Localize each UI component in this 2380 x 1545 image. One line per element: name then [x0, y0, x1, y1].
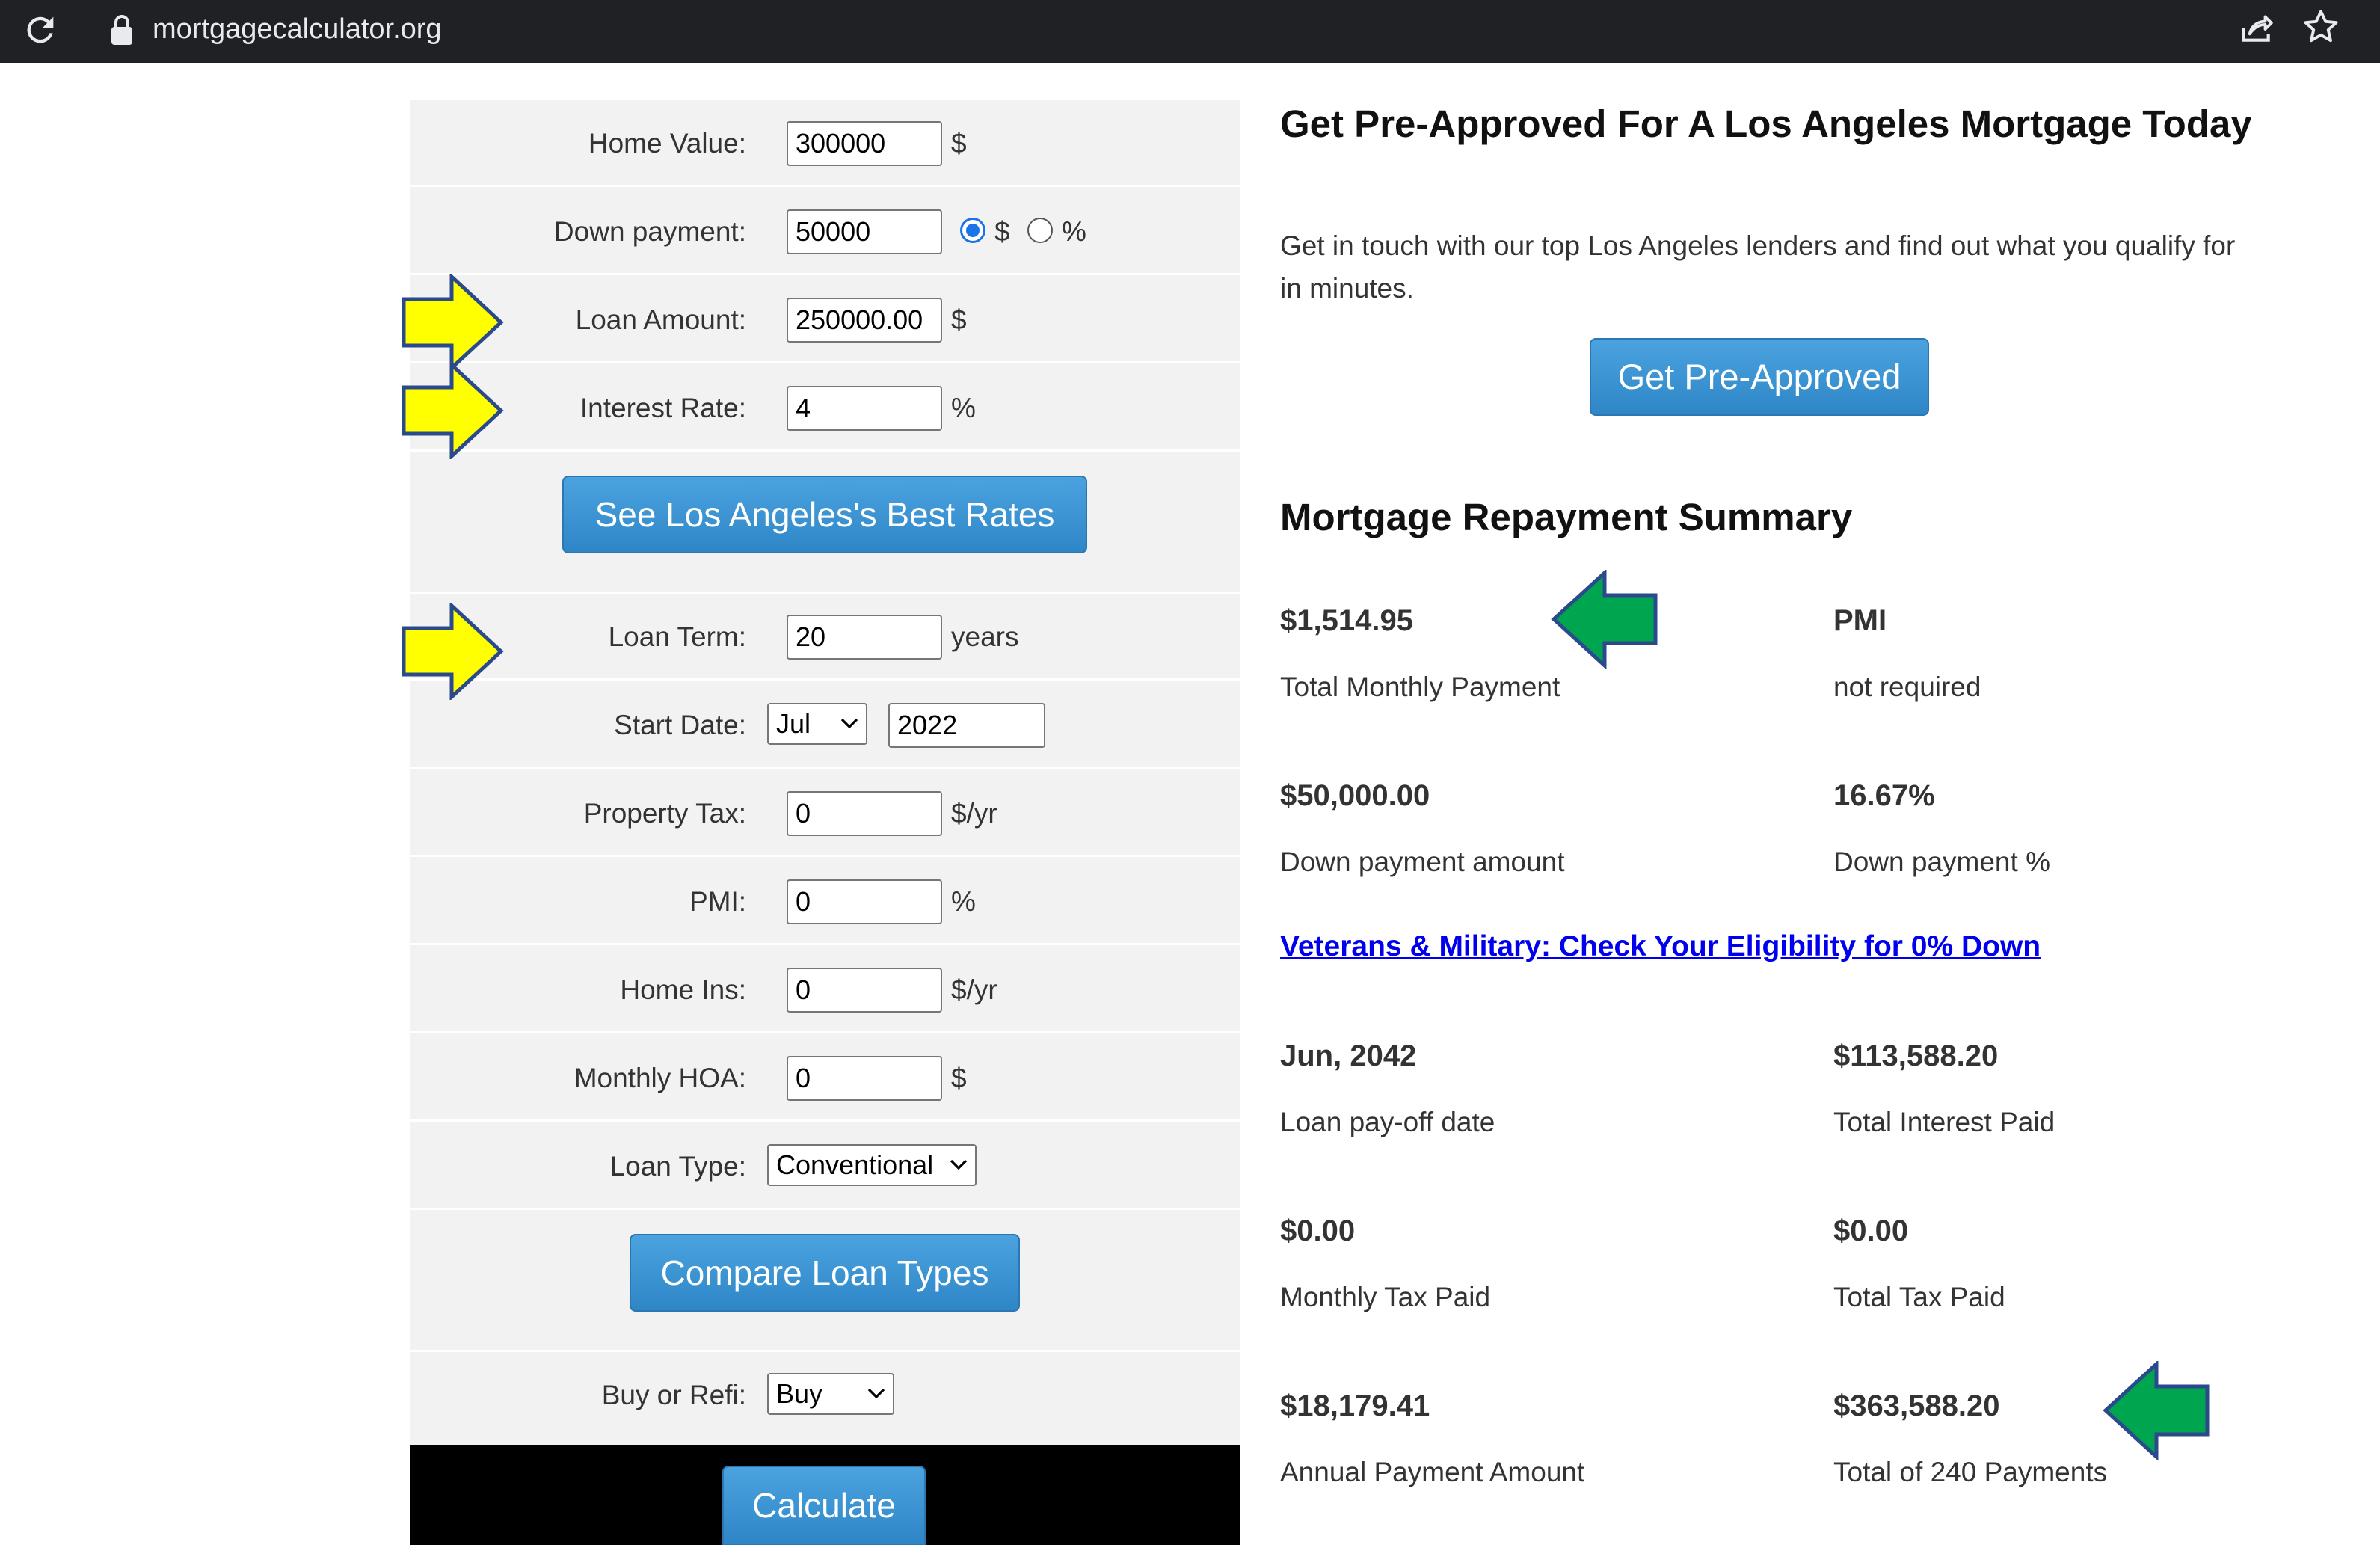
veterans-eligibility-link[interactable]: Veterans & Military: Check Your Eligibil…	[1280, 930, 2041, 963]
monthly-tax-value: $0.00	[1280, 1214, 1356, 1247]
pmi-row: PMI: 0 %	[410, 858, 1240, 945]
property-tax-label: Property Tax:	[583, 798, 746, 829]
yellow-arrow-icon	[402, 274, 504, 371]
repayment-summary-heading: Mortgage Repayment Summary	[1280, 496, 1853, 538]
payoff-date-value: Jun, 2042	[1280, 1039, 1417, 1072]
total-interest-value: $113,588.20	[1833, 1039, 1999, 1072]
monthly-hoa-unit: $	[951, 1063, 967, 1093]
property-tax-unit: $/yr	[951, 798, 997, 829]
calculate-button[interactable]: Calculate	[722, 1466, 926, 1545]
loan-term-input[interactable]: 20	[787, 615, 942, 660]
chevron-down-icon	[840, 718, 858, 729]
green-arrow-icon	[1551, 570, 1658, 669]
payoff-date-label: Loan pay-off date	[1280, 1107, 1495, 1137]
home-value-row: Home Value: 300000 $	[410, 100, 1240, 187]
pmi-unit: %	[951, 886, 976, 917]
total-monthly-payment-label: Total Monthly Payment	[1280, 672, 1560, 702]
pre-approval-title: Get Pre-Approved For A Los Angeles Mortg…	[1280, 102, 2252, 145]
home-value-input[interactable]: 300000	[787, 121, 942, 166]
monthly-hoa-input[interactable]: 0	[787, 1056, 942, 1101]
pmi-label: PMI:	[689, 886, 746, 917]
annual-payment-value: $18,179.41	[1280, 1389, 1430, 1422]
down-payment-dollar-radio[interactable]	[960, 218, 985, 243]
loan-type-select[interactable]: Conventional	[767, 1144, 977, 1186]
loan-type-row: Loan Type: Conventional	[410, 1123, 1240, 1210]
lock-icon[interactable]	[109, 15, 135, 45]
loan-amount-row: Loan Amount: 250000.00 $	[410, 277, 1240, 363]
total-payments-label: Total of 240 Payments	[1833, 1457, 2108, 1487]
pmi-status-label: not required	[1833, 672, 1981, 702]
home-insurance-row: Home Ins: 0 $/yr	[410, 947, 1240, 1033]
start-year-input[interactable]: 2022	[888, 703, 1045, 748]
down-payment-input[interactable]: 50000	[787, 209, 942, 254]
loan-term-unit: years	[951, 621, 1019, 652]
loan-term-row: Loan Term: 20 years	[410, 594, 1240, 681]
see-best-rates-button[interactable]: See Los Angeles's Best Rates	[562, 476, 1087, 553]
down-payment-percent-caption: Down payment %	[1833, 847, 2050, 877]
down-payment-label: Down payment:	[553, 216, 746, 247]
down-payment-amount-label: Down payment amount	[1280, 847, 1565, 877]
home-insurance-input[interactable]: 0	[787, 968, 942, 1013]
start-date-row: Start Date: Jul 2022	[410, 682, 1240, 769]
property-tax-row: Property Tax: 0 $/yr	[410, 770, 1240, 857]
best-rates-row: See Los Angeles's Best Rates	[410, 453, 1240, 594]
interest-rate-input[interactable]: 4	[787, 386, 942, 431]
total-interest-label: Total Interest Paid	[1833, 1107, 2055, 1137]
start-month-value: Jul	[776, 708, 811, 739]
compare-loan-types-button[interactable]: Compare Loan Types	[630, 1234, 1020, 1312]
total-monthly-payment-value: $1,514.95	[1280, 604, 1413, 637]
home-insurance-unit: $/yr	[951, 974, 997, 1005]
home-value-label: Home Value:	[588, 128, 746, 159]
down-payment-percent-radio[interactable]	[1027, 218, 1053, 243]
buy-or-refi-select[interactable]: Buy	[767, 1373, 894, 1415]
reload-icon[interactable]	[21, 10, 60, 49]
monthly-hoa-row: Monthly HOA: 0 $	[410, 1035, 1240, 1122]
green-arrow-icon	[2103, 1361, 2210, 1460]
down-payment-dollar-label: $	[994, 216, 1010, 247]
home-value-unit: $	[951, 128, 967, 159]
down-payment-percent-label: %	[1062, 216, 1086, 247]
buy-or-refi-label: Buy or Refi:	[601, 1380, 746, 1410]
down-payment-percent-value: 16.67%	[1833, 779, 1935, 812]
interest-rate-unit: %	[951, 393, 976, 423]
buy-or-refi-value: Buy	[776, 1378, 823, 1409]
url-text[interactable]: mortgagecalculator.org	[153, 6, 442, 52]
start-month-select[interactable]: Jul	[767, 703, 867, 745]
total-tax-label: Total Tax Paid	[1833, 1282, 2005, 1312]
interest-rate-row: Interest Rate: 4 %	[410, 365, 1240, 452]
yellow-arrow-icon	[402, 362, 504, 459]
mortgage-form: Home Value: 300000 $ Down payment: 50000…	[410, 100, 1240, 1545]
annual-payment-label: Annual Payment Amount	[1280, 1457, 1585, 1487]
total-payments-value: $363,588.20	[1833, 1389, 2000, 1422]
browser-toolbar: mortgagecalculator.org	[0, 0, 2380, 63]
down-payment-amount-value: $50,000.00	[1280, 779, 1430, 812]
chevron-down-icon	[950, 1159, 968, 1170]
bookmark-star-icon[interactable]	[2301, 7, 2340, 46]
pre-approval-description: Get in touch with our top Los Angeles le…	[1280, 230, 2236, 304]
pmi-input[interactable]: 0	[787, 879, 942, 924]
buy-or-refi-row: Buy or Refi: Buy	[410, 1352, 1240, 1445]
loan-type-label: Loan Type:	[609, 1151, 746, 1182]
chevron-down-icon	[867, 1388, 885, 1399]
compare-loan-types-row: Compare Loan Types	[410, 1211, 1240, 1352]
monthly-tax-label: Monthly Tax Paid	[1280, 1282, 1491, 1312]
share-icon[interactable]	[2237, 9, 2275, 46]
calculate-bar: Calculate	[410, 1445, 1240, 1545]
loan-amount-input[interactable]: 250000.00	[787, 298, 942, 343]
pmi-status-heading: PMI	[1833, 604, 1887, 637]
loan-amount-unit: $	[951, 304, 967, 335]
property-tax-input[interactable]: 0	[787, 791, 942, 836]
loan-type-value: Conventional	[776, 1149, 934, 1180]
get-pre-approved-button[interactable]: Get Pre-Approved	[1590, 338, 1929, 416]
yellow-arrow-icon	[402, 603, 504, 700]
home-insurance-label: Home Ins:	[620, 974, 746, 1005]
total-tax-value: $0.00	[1833, 1214, 1909, 1247]
monthly-hoa-label: Monthly HOA:	[574, 1063, 746, 1093]
down-payment-row: Down payment: 50000 $ %	[410, 188, 1240, 275]
